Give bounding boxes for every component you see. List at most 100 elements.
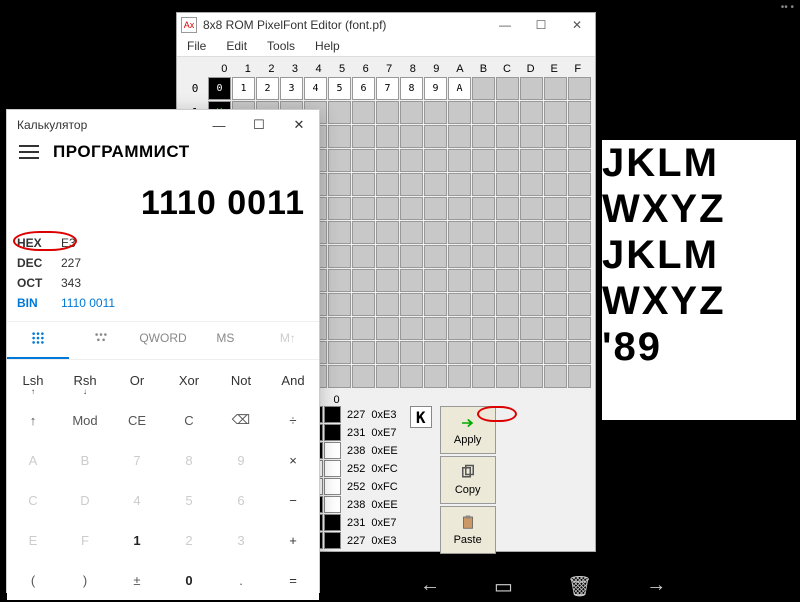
charset-cell[interactable]	[544, 293, 567, 316]
charset-cell[interactable]	[496, 341, 519, 364]
charset-cell[interactable]	[496, 101, 519, 124]
bit-cell[interactable]	[324, 424, 341, 441]
charset-cell[interactable]	[400, 125, 423, 148]
charset-cell[interactable]	[400, 221, 423, 244]
charset-cell[interactable]	[424, 341, 447, 364]
charset-cell[interactable]	[328, 149, 351, 172]
charset-cell[interactable]	[472, 197, 495, 220]
calc-key-=[interactable]: =	[267, 560, 319, 600]
calc-key-8[interactable]: 8	[163, 440, 215, 480]
back-icon[interactable]: ←	[420, 574, 440, 599]
calc-key-4[interactable]: 4	[111, 480, 163, 520]
calc-key-5[interactable]: 5	[163, 480, 215, 520]
charset-cell[interactable]	[328, 365, 351, 388]
charset-cell[interactable]	[568, 101, 591, 124]
charset-cell[interactable]	[496, 77, 519, 100]
bit-cell[interactable]	[324, 406, 341, 423]
calc-key-−[interactable]: −	[267, 480, 319, 520]
calc-key-3[interactable]: 3	[215, 520, 267, 560]
charset-cell[interactable]	[328, 125, 351, 148]
charset-cell[interactable]	[376, 221, 399, 244]
menu-tools[interactable]: Tools	[257, 37, 305, 56]
charset-cell[interactable]	[544, 173, 567, 196]
charset-cell[interactable]	[520, 125, 543, 148]
memory-toggle-button[interactable]: M↑	[257, 322, 319, 359]
charset-cell[interactable]	[352, 317, 375, 340]
base-row-dec[interactable]: DEC 227	[17, 253, 309, 273]
charset-cell[interactable]	[448, 365, 471, 388]
charset-cell[interactable]	[568, 221, 591, 244]
charset-cell[interactable]: 6	[352, 77, 375, 100]
charset-cell[interactable]	[544, 101, 567, 124]
charset-cell[interactable]	[376, 173, 399, 196]
charset-cell[interactable]	[496, 293, 519, 316]
charset-cell[interactable]: 2	[256, 77, 279, 100]
charset-cell[interactable]	[448, 173, 471, 196]
maximize-button[interactable]: ☐	[239, 110, 279, 140]
charset-cell[interactable]	[568, 125, 591, 148]
base-row-hex[interactable]: HEX E3	[17, 233, 309, 253]
charset-cell[interactable]	[472, 245, 495, 268]
charset-cell[interactable]	[352, 245, 375, 268]
charset-cell[interactable]	[544, 341, 567, 364]
charset-cell[interactable]	[568, 197, 591, 220]
calc-key-xor[interactable]: Xor	[163, 360, 215, 400]
charset-cell[interactable]: 0	[208, 77, 231, 100]
calc-key-⌫[interactable]: ⌫	[215, 400, 267, 440]
charset-cell[interactable]	[400, 197, 423, 220]
charset-cell[interactable]	[472, 221, 495, 244]
charset-cell[interactable]	[424, 245, 447, 268]
charset-cell[interactable]	[496, 173, 519, 196]
calc-key-÷[interactable]: ÷	[267, 400, 319, 440]
charset-cell[interactable]	[520, 197, 543, 220]
charset-cell[interactable]	[424, 221, 447, 244]
charset-cell[interactable]	[496, 221, 519, 244]
bit-cell[interactable]	[324, 514, 341, 531]
charset-cell[interactable]: A	[448, 77, 471, 100]
charset-cell[interactable]	[544, 245, 567, 268]
calc-key-↑[interactable]: ↑	[7, 400, 59, 440]
minimize-button[interactable]: —	[199, 110, 239, 140]
charset-cell[interactable]	[352, 341, 375, 364]
calc-key-not[interactable]: Not	[215, 360, 267, 400]
charset-cell[interactable]	[520, 269, 543, 292]
comment-icon[interactable]: ▭	[494, 574, 513, 599]
charset-cell[interactable]	[448, 221, 471, 244]
charset-cell[interactable]	[328, 173, 351, 196]
calc-key-mod[interactable]: Mod	[59, 400, 111, 440]
charset-cell[interactable]	[352, 293, 375, 316]
forward-icon[interactable]: →	[646, 574, 666, 599]
charset-cell[interactable]	[568, 269, 591, 292]
charset-cell[interactable]	[472, 101, 495, 124]
charset-cell[interactable]	[376, 317, 399, 340]
calc-key-b[interactable]: B	[59, 440, 111, 480]
bit-cell[interactable]	[324, 460, 341, 477]
bit-cell[interactable]	[324, 496, 341, 513]
charset-cell[interactable]	[328, 341, 351, 364]
close-button[interactable]: ✕	[559, 14, 595, 36]
charset-cell[interactable]: 7	[376, 77, 399, 100]
charset-cell[interactable]	[424, 269, 447, 292]
charset-cell[interactable]	[496, 269, 519, 292]
calc-key-2[interactable]: 2	[163, 520, 215, 560]
calc-key-([interactable]: (	[7, 560, 59, 600]
charset-cell[interactable]	[448, 317, 471, 340]
hamburger-icon[interactable]	[19, 145, 39, 159]
calc-key-+[interactable]: +	[267, 520, 319, 560]
charset-cell[interactable]	[544, 221, 567, 244]
paste-button[interactable]: Paste	[440, 506, 496, 554]
charset-cell[interactable]	[472, 149, 495, 172]
charset-cell[interactable]	[496, 245, 519, 268]
charset-cell[interactable]	[376, 293, 399, 316]
charset-cell[interactable]	[328, 221, 351, 244]
charset-cell[interactable]	[448, 269, 471, 292]
charset-cell[interactable]	[424, 125, 447, 148]
charset-cell[interactable]	[424, 365, 447, 388]
charset-cell[interactable]	[376, 365, 399, 388]
close-button[interactable]: ✕	[279, 110, 319, 140]
charset-cell[interactable]	[544, 269, 567, 292]
calc-key-×[interactable]: ×	[267, 440, 319, 480]
charset-cell[interactable]	[448, 101, 471, 124]
charset-cell[interactable]	[472, 341, 495, 364]
calc-key-e[interactable]: E	[7, 520, 59, 560]
